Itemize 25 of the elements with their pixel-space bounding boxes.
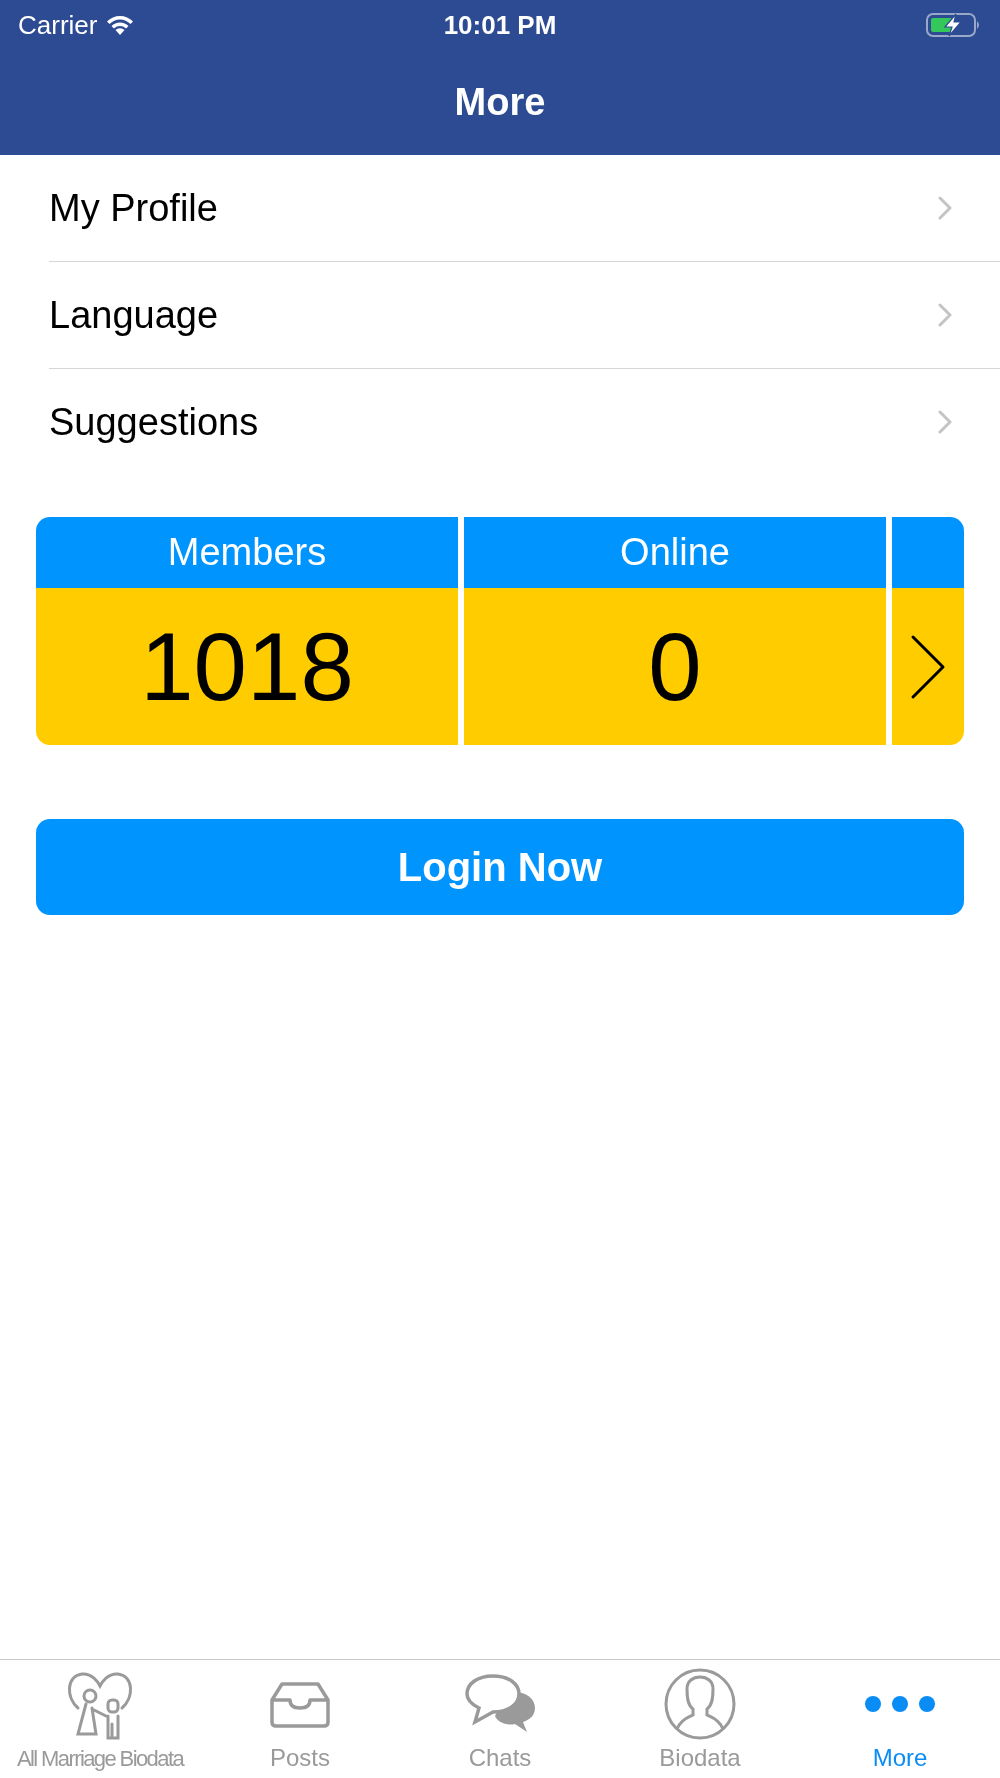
more-dots-icon — [863, 1694, 937, 1714]
person-avatar-icon — [663, 1667, 737, 1741]
stat-label: Online — [464, 517, 886, 588]
tab-item[interactable]: All Marriage Biodata — [0, 1660, 200, 1778]
chevron-icon — [938, 303, 952, 327]
wifi-icon — [105, 14, 136, 36]
stat-label: Members — [36, 517, 458, 588]
stats-next-button[interactable] — [892, 517, 964, 745]
chevron-icon — [938, 410, 952, 434]
status-time: 10:01 PM — [443, 9, 557, 41]
tab-item[interactable]: Chats — [400, 1660, 600, 1778]
login-button[interactable]: Login Now — [36, 819, 964, 915]
tab-item[interactable]: More — [800, 1660, 1000, 1778]
stat-value: 1018 — [36, 588, 458, 745]
carrier-label: Carrier — [18, 9, 98, 41]
chevron-icon — [938, 196, 952, 220]
menu-item[interactable]: My Profile — [49, 155, 1000, 262]
menu-item[interactable]: Suggestions — [49, 369, 1000, 475]
tab-item[interactable]: Posts — [200, 1660, 400, 1778]
screen-title: More — [454, 81, 546, 124]
tab-item[interactable]: Biodata — [600, 1660, 800, 1778]
menu-item[interactable]: Language — [49, 262, 1000, 369]
chevron-right-icon — [910, 633, 946, 700]
stat-value: 0 — [464, 588, 886, 745]
battery-charging-icon — [926, 12, 982, 38]
